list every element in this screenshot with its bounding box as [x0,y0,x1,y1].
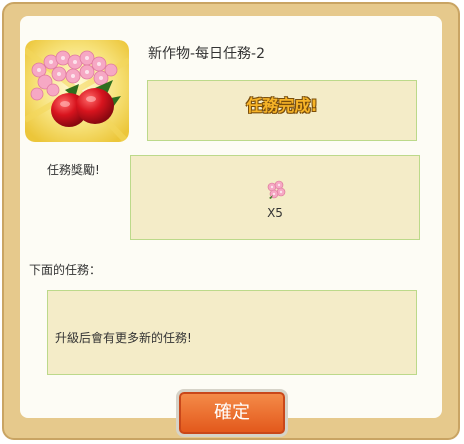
quest-title: 新作物-每日任務-2 [148,46,266,62]
reward-box: X5 [130,155,420,240]
next-quest-box: 升級后會有更多新的任務! [47,290,417,375]
blossom-icon [265,179,287,201]
strawberry-blossom-icon [25,40,129,142]
next-quest-label: 下面的任務： [29,263,102,277]
reward-label: 任務獎勵! [47,163,100,177]
quest-status-box: 任務完成! [147,80,417,141]
next-quest-text: 升級后會有更多新的任務! [55,331,192,345]
reward-count: X5 [267,206,283,220]
quest-complete-text: 任務完成! [246,96,318,115]
confirm-button[interactable]: 確定 [176,389,288,437]
